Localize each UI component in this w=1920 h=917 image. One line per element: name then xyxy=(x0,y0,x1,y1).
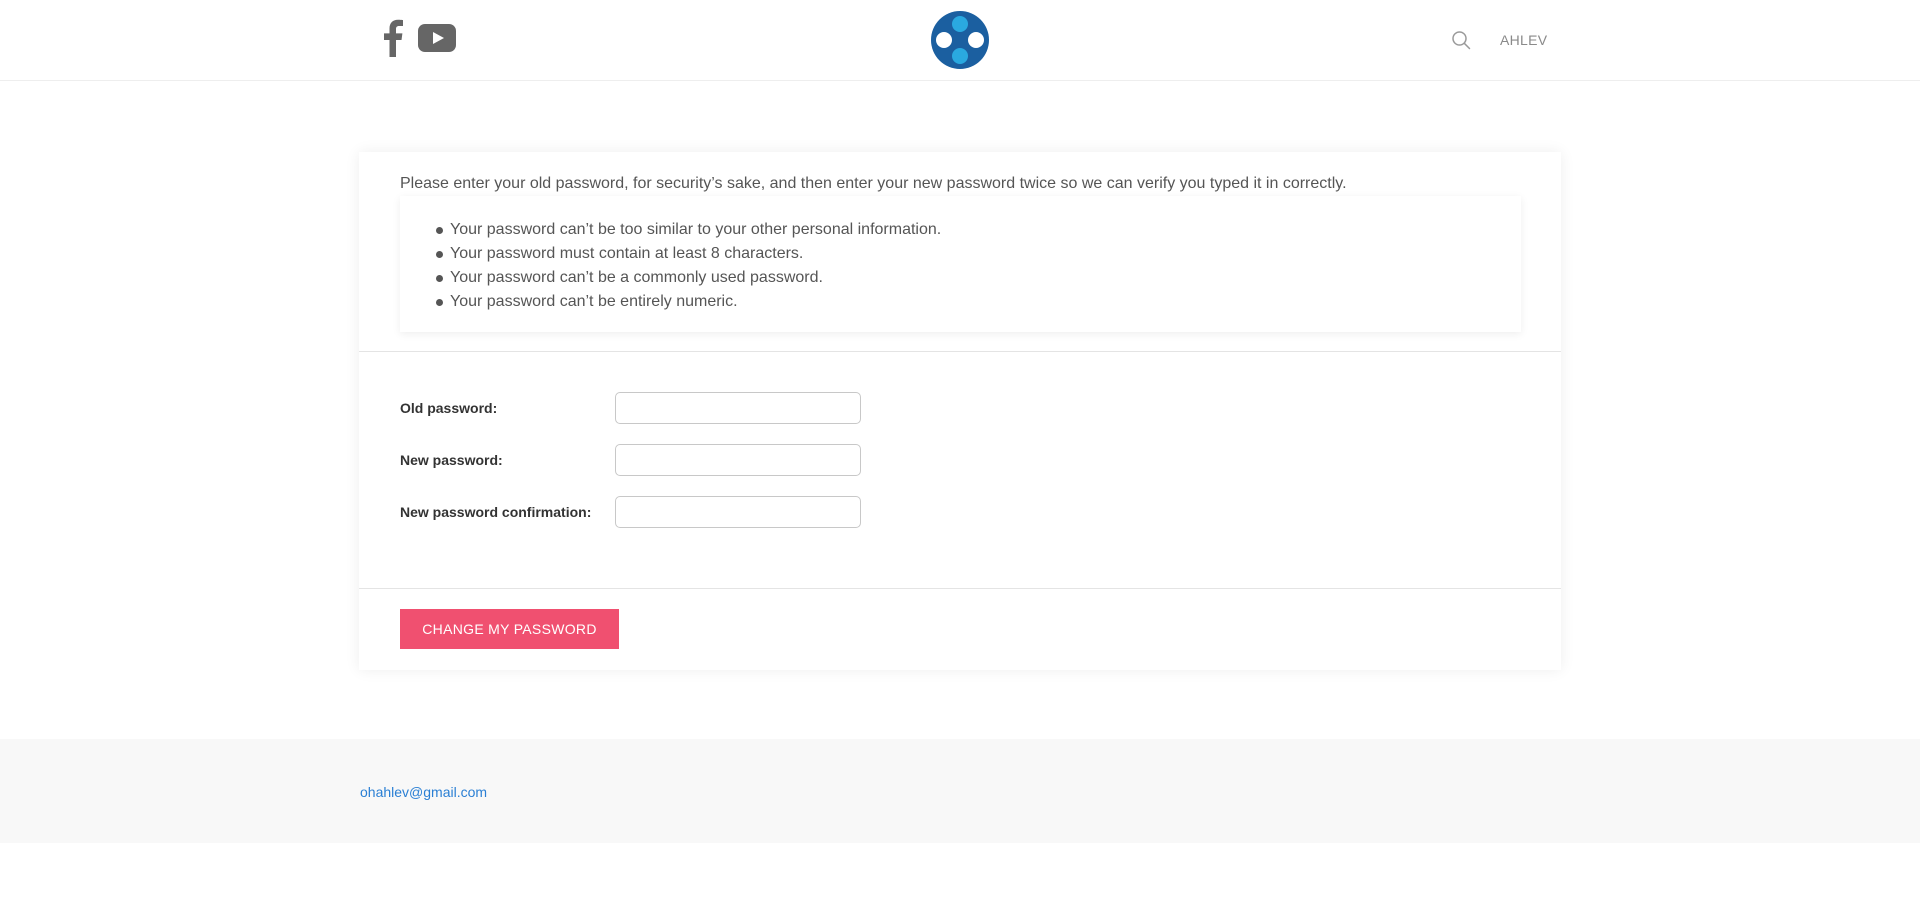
user-menu-link[interactable]: AHLEV xyxy=(1500,32,1547,48)
password-rule: Your password must contain at least 8 ch… xyxy=(436,242,1521,266)
new-password-row: New password: xyxy=(400,444,900,476)
password-rules-list: Your password can’t be too similar to yo… xyxy=(436,218,1521,314)
social-links xyxy=(383,19,456,57)
old-password-row: Old password: xyxy=(400,392,900,424)
password-rule: Your password can’t be a commonly used p… xyxy=(436,266,1521,290)
change-password-card: Please enter your old password, for secu… xyxy=(359,152,1561,670)
search-icon[interactable] xyxy=(1451,30,1471,50)
footer-email-link[interactable]: ohahlev@gmail.com xyxy=(360,784,487,800)
new-password-input[interactable] xyxy=(615,444,861,476)
new-password-confirmation-label: New password confirmation: xyxy=(400,504,592,520)
password-rule: Your password can’t be entirely numeric. xyxy=(436,290,1521,314)
site-footer: ohahlev@gmail.com xyxy=(0,739,1920,843)
new-password-confirmation-row: New password confirmation: xyxy=(400,496,900,528)
new-password-confirmation-input[interactable] xyxy=(615,496,861,528)
old-password-label: Old password: xyxy=(400,400,498,416)
old-password-input[interactable] xyxy=(615,392,861,424)
intro-text: Please enter your old password, for secu… xyxy=(400,175,1347,192)
divider xyxy=(359,588,1561,589)
site-logo[interactable] xyxy=(930,10,990,70)
facebook-icon[interactable] xyxy=(383,19,403,57)
change-password-button[interactable]: CHANGE MY PASSWORD xyxy=(400,609,619,649)
new-password-label: New password: xyxy=(400,452,503,468)
divider xyxy=(359,351,1561,352)
youtube-icon[interactable] xyxy=(418,24,456,52)
site-header: AHLEV xyxy=(0,0,1920,81)
password-rules-box: Your password can’t be too similar to yo… xyxy=(400,196,1521,332)
password-rule: Your password can’t be too similar to yo… xyxy=(436,218,1521,242)
